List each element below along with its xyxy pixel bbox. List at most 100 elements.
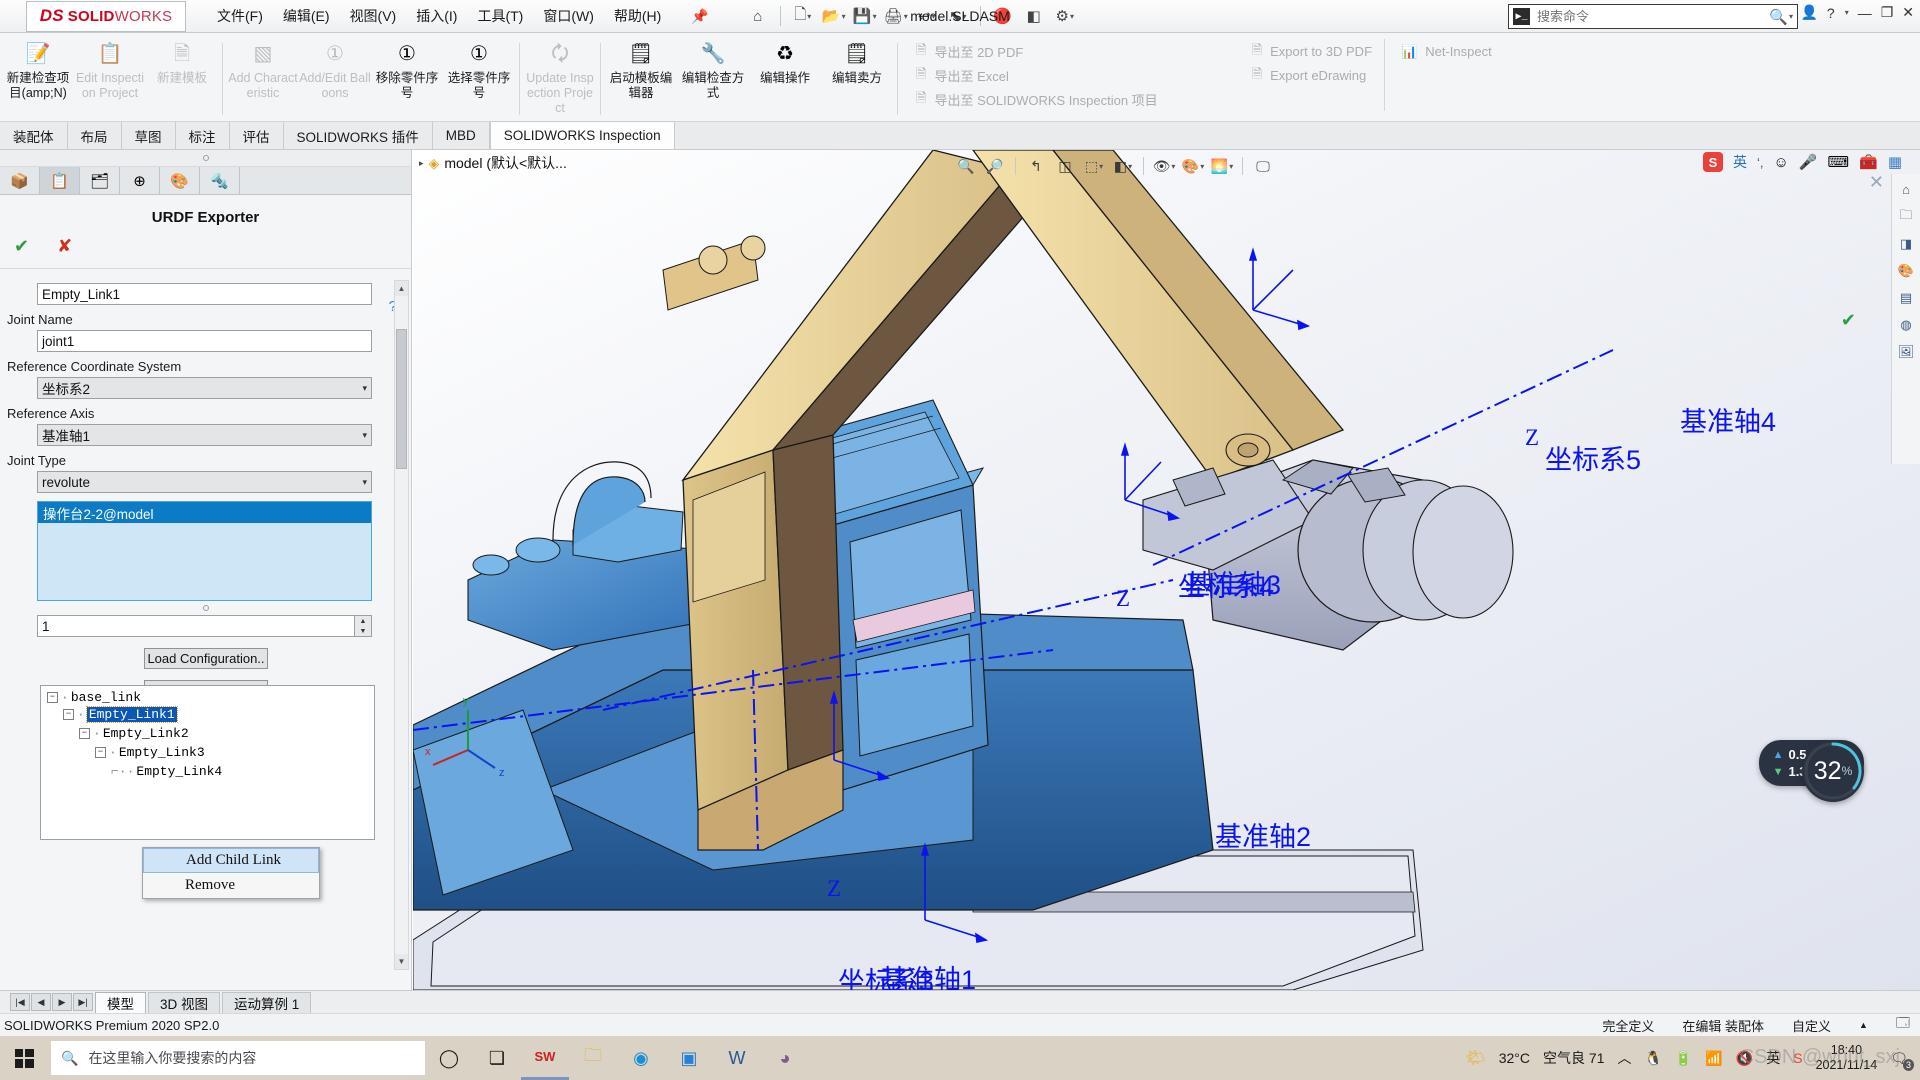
context-menu-remove[interactable]: Remove: [143, 873, 319, 898]
feature-manager-icon[interactable]: 📦: [0, 167, 40, 194]
undo-icon[interactable]: ↩ ▾: [913, 3, 941, 29]
tree-node-empty-link1[interactable]: − · Empty_Link1: [41, 705, 374, 724]
list-resize-handle[interactable]: [0, 601, 412, 615]
close-icon[interactable]: ✕: [1902, 4, 1914, 21]
tree-expander-icon[interactable]: −: [47, 692, 58, 703]
mute-icon[interactable]: 🔇: [1736, 1050, 1753, 1067]
decals-icon[interactable]: 🎨: [1895, 260, 1918, 281]
cortana-icon[interactable]: ◯: [425, 1036, 473, 1080]
custom-views-icon[interactable]: 🖼: [1895, 341, 1918, 362]
ribbon-template-editor[interactable]: 🗒 启动模板编辑器: [605, 37, 677, 117]
section-view-icon[interactable]: ◫: [1052, 154, 1078, 178]
rebuild-icon[interactable]: 🔴: [989, 3, 1017, 29]
edge-browser-icon[interactable]: ◉: [617, 1036, 665, 1080]
select-icon[interactable]: ⬉ ▾: [944, 3, 972, 29]
chevron-down-icon[interactable]: ▾: [1845, 8, 1849, 17]
chevron-right-icon[interactable]: ▸: [419, 158, 424, 169]
ribbon-edit-method[interactable]: 🔧 编辑检查方式: [677, 37, 749, 117]
tab-addins[interactable]: SOLIDWORKS 插件: [283, 122, 433, 149]
ribbon-remove-balloon[interactable]: ① 移除零件序号: [371, 37, 443, 117]
scenes-icon[interactable]: ▤: [1895, 287, 1918, 308]
tree-expander-icon[interactable]: −: [79, 728, 90, 739]
tree-node-empty-link4[interactable]: ⌐·· Empty_Link4: [41, 762, 374, 781]
taskbar-clock[interactable]: 18:40 2021/11/14: [1816, 1043, 1878, 1073]
ribbon-select-balloon[interactable]: ① 选择零件序号: [443, 37, 515, 117]
solidworks-taskbar-icon[interactable]: SW: [521, 1036, 569, 1080]
tab-sketch[interactable]: 草图: [121, 122, 176, 149]
edit-appearance-icon[interactable]: 🎨 ▾: [1180, 154, 1206, 178]
chevron-down-icon[interactable]: ▾: [362, 477, 367, 488]
capture-tool-icon[interactable]: ▣: [665, 1036, 713, 1080]
appearances-icon[interactable]: ◨: [1895, 233, 1918, 254]
ribbon-new-inspection-project[interactable]: 📝 新建检查项目(amp;N): [2, 37, 74, 117]
lights-icon[interactable]: ◍: [1895, 314, 1918, 335]
net-inspect-item[interactable]: 📊 Net-Inspect: [1401, 41, 1492, 62]
list-item-selected[interactable]: 操作台2-2@model: [38, 502, 371, 523]
toolbox-icon[interactable]: 🧰: [1859, 153, 1878, 171]
search-input[interactable]: [1537, 9, 1770, 24]
minimize-icon[interactable]: —: [1858, 5, 1872, 21]
options-icon[interactable]: ⚙ ▾: [1051, 3, 1079, 29]
zoom-fit-icon[interactable]: 🔍: [953, 154, 979, 178]
tab-model[interactable]: 模型: [95, 991, 146, 1013]
menu-tools[interactable]: 工具(T): [468, 2, 532, 30]
first-tab-icon[interactable]: |◀: [10, 993, 30, 1011]
tab-mbd[interactable]: MBD: [432, 122, 490, 149]
ribbon-add-characteristic[interactable]: ▧ Add Characteristic: [227, 37, 299, 117]
menu-window[interactable]: 窗口(W): [534, 2, 603, 30]
view-settings-icon[interactable]: 🖵: [1250, 154, 1276, 178]
ribbon-edit-operation[interactable]: ♻ 编辑操作: [749, 37, 821, 117]
tab-assembly[interactable]: 装配体: [0, 122, 68, 149]
restore-icon[interactable]: ❐: [1881, 4, 1894, 21]
appearance-icon[interactable]: ◧: [1020, 3, 1048, 29]
reference-coordinate-system-select[interactable]: 坐标系2 ▾: [37, 377, 372, 399]
taskbar-search-box[interactable]: 🔍 在这里输入你要搜索的内容: [51, 1041, 425, 1075]
menu-file[interactable]: 文件(F): [208, 2, 272, 30]
panel-resize-handle[interactable]: [0, 150, 411, 167]
last-tab-icon[interactable]: ▶|: [73, 993, 93, 1011]
sogou-logo[interactable]: S: [1702, 152, 1723, 172]
context-menu[interactable]: Add Child Link Remove: [142, 847, 320, 899]
ribbon-update-inspection-project[interactable]: 🗘 Update Inspection Project: [524, 37, 596, 117]
quantity-stepper[interactable]: 1 ▲ ▼: [37, 615, 372, 637]
ribbon-edit-inspection-project[interactable]: 📋 Edit Inspection Project: [74, 37, 146, 117]
feature-tree-root-label[interactable]: model (默认<默认...: [444, 153, 567, 173]
emoji-icon[interactable]: ☺: [1773, 154, 1788, 171]
keyboard-icon[interactable]: ⌨: [1827, 153, 1849, 171]
export-swi-project[interactable]: 🗎 导出至 SOLIDWORKS Inspection 项目: [916, 89, 1158, 110]
scrollbar-thumb[interactable]: [396, 329, 407, 469]
notification-icon[interactable]: 🗨 3: [1890, 1050, 1914, 1071]
save-icon[interactable]: 💾 ▾: [851, 3, 879, 29]
tree-expander-icon[interactable]: −: [95, 747, 106, 758]
component-selection-list[interactable]: 操作台2-2@model: [37, 501, 372, 601]
stepper-arrows[interactable]: ▲ ▼: [354, 616, 371, 636]
tree-node-base-link[interactable]: − · base_link: [41, 686, 374, 705]
scroll-up-icon[interactable]: ▲: [395, 281, 408, 296]
apply-scene-icon[interactable]: 🌅 ▾: [1209, 154, 1235, 178]
link-name-input[interactable]: Empty_Link1: [37, 283, 372, 305]
chevron-up-icon[interactable]: ︿: [1617, 1048, 1631, 1068]
chinese-mode-label[interactable]: 英: [1733, 152, 1747, 172]
display-style-icon[interactable]: ◧ ▾: [1110, 154, 1136, 178]
task-view-icon[interactable]: ❏: [473, 1036, 521, 1080]
hide-show-icon[interactable]: 👁 ▾: [1151, 154, 1177, 178]
new-doc-icon[interactable]: 🗋 ▾: [789, 3, 817, 29]
close-view-icon[interactable]: ✕: [1869, 172, 1884, 193]
menu-edit[interactable]: 编辑(E): [274, 2, 339, 30]
chevron-down-icon[interactable]: ▾: [1789, 12, 1793, 21]
windows-start-icon[interactable]: [0, 1036, 48, 1080]
chevron-down-icon[interactable]: ▾: [362, 383, 367, 394]
home-icon[interactable]: ⌂: [744, 3, 772, 29]
view-orientation-icon[interactable]: ⬚ ▾: [1081, 154, 1107, 178]
pin-icon[interactable]: 📌: [682, 4, 717, 29]
sogou-icon[interactable]: S: [1793, 1050, 1802, 1066]
wifi-icon[interactable]: 📶: [1705, 1050, 1722, 1067]
tree-node-empty-link3[interactable]: − · Empty_Link3: [41, 743, 374, 762]
3d-viewport[interactable]: x y z 🔍 🔎 ↰ ◫ ⬚ ▾ ◧ ▾ 👁 ▾ 🎨 ▾ 🌅 ▾ 🖵 S 英 ‘, ☺: [413, 150, 1920, 990]
confirm-icon[interactable]: ✔: [1841, 310, 1856, 331]
menu-view[interactable]: 视图(V): [341, 2, 406, 30]
previous-view-icon[interactable]: ↰: [1023, 154, 1049, 178]
x-icon[interactable]: ✘: [57, 236, 72, 257]
export-3d-pdf[interactable]: 🗎 Export to 3D PDF: [1252, 41, 1372, 62]
property-manager-icon[interactable]: 📋: [40, 167, 80, 194]
